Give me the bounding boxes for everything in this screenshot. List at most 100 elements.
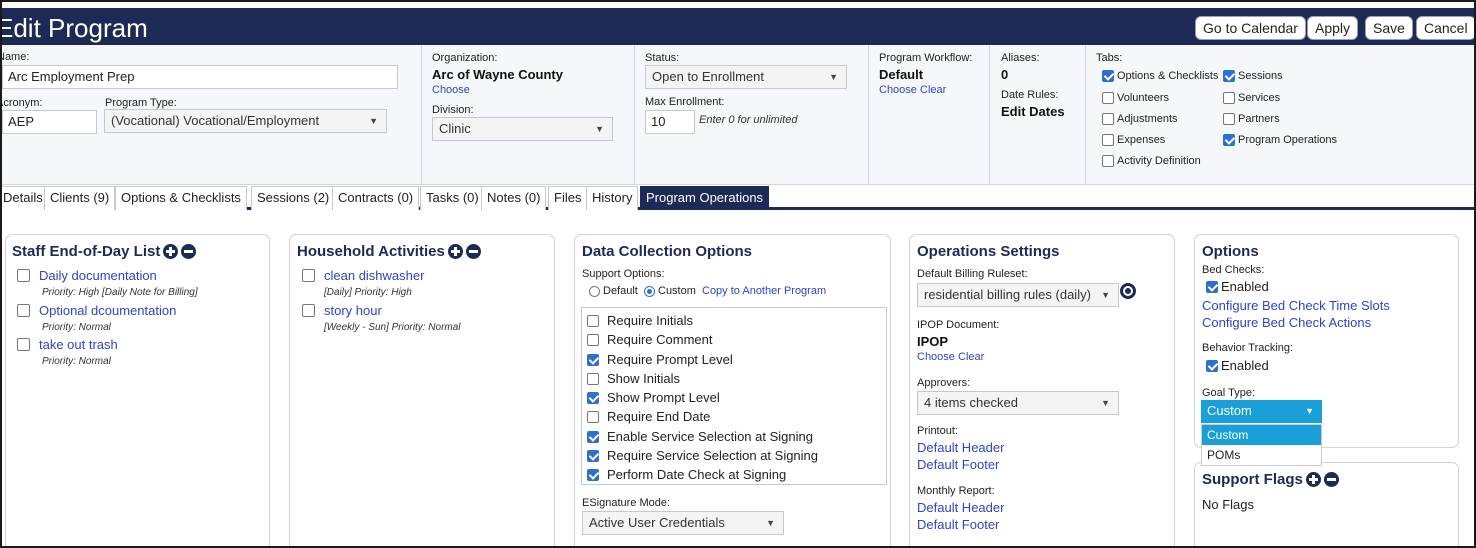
checkbox[interactable]	[587, 333, 599, 346]
checkbox[interactable]	[1223, 92, 1235, 104]
tab-sessions[interactable]: Sessions (2)	[251, 186, 336, 210]
item-link[interactable]: Optional dcoumentation	[39, 303, 176, 318]
tab-check-activity-definition[interactable]: Activity Definition	[1102, 155, 1201, 167]
checkbox-checked[interactable]	[587, 391, 599, 404]
checkbox[interactable]	[302, 269, 315, 282]
billing-ruleset-select[interactable]: residential billing rules (daily) ▼	[917, 283, 1119, 307]
item-link[interactable]: Daily documentation	[39, 268, 157, 283]
max-enrollment-input[interactable]: 10	[645, 110, 695, 134]
option-perform-date-check[interactable]: Perform Date Check at Signing	[587, 467, 786, 482]
radio-custom[interactable]: Custom	[644, 285, 696, 297]
name-input[interactable]: Arc Employment Prep	[2, 65, 398, 89]
checkbox[interactable]	[587, 410, 599, 423]
goal-type-select[interactable]: Custom ▼	[1201, 400, 1322, 423]
option-require-initials[interactable]: Require Initials	[587, 313, 693, 328]
monthly-header-link[interactable]: Default Header	[917, 500, 1004, 515]
bed-checks-enabled[interactable]: Enabled	[1206, 279, 1269, 294]
add-icon[interactable]	[447, 244, 463, 259]
checkbox-checked[interactable]	[587, 430, 599, 443]
tab-check-options-checklists[interactable]: Options & Checklists	[1102, 70, 1218, 82]
tab-check-program-operations[interactable]: Program Operations	[1223, 134, 1337, 146]
checkbox-checked[interactable]	[1223, 70, 1235, 82]
remove-icon[interactable]	[465, 244, 481, 259]
tab-check-services[interactable]: Services	[1223, 92, 1280, 104]
goal-option-poms[interactable]: POMs	[1202, 445, 1321, 465]
save-button[interactable]: Save	[1365, 16, 1413, 40]
tab-check-volunteers[interactable]: Volunteers	[1102, 92, 1169, 104]
tab-details[interactable]: Details	[2, 186, 49, 210]
acronym-input[interactable]: AEP	[2, 110, 97, 134]
item-link[interactable]: story hour	[324, 303, 382, 318]
division-select[interactable]: Clinic ▼	[432, 117, 613, 141]
gear-icon[interactable]	[1120, 283, 1136, 299]
bed-check-slots-link[interactable]: Configure Bed Check Time Slots	[1202, 298, 1390, 313]
add-icon[interactable]	[1305, 472, 1321, 487]
approvers-select[interactable]: 4 items checked ▼	[917, 391, 1119, 415]
tab-check-adjustments[interactable]: Adjustments	[1102, 113, 1178, 125]
checkbox[interactable]	[17, 269, 30, 282]
monthly-footer-link[interactable]: Default Footer	[917, 517, 999, 532]
list-item[interactable]: story hour	[302, 303, 382, 318]
date-rules-value[interactable]: Edit Dates	[1001, 104, 1065, 119]
radio-default[interactable]: Default	[589, 285, 638, 297]
printout-footer-link[interactable]: Default Footer	[917, 457, 999, 472]
program-type-select[interactable]: (Vocational) Vocational/Employment ▼	[104, 109, 387, 133]
checkbox-checked[interactable]	[1206, 359, 1218, 372]
checkbox[interactable]	[1223, 113, 1235, 125]
apply-button[interactable]: Apply	[1307, 16, 1359, 40]
checkbox-checked[interactable]	[1206, 280, 1218, 293]
remove-icon[interactable]	[1323, 472, 1339, 487]
option-show-initials[interactable]: Show Initials	[587, 371, 680, 386]
data-options-list[interactable]: Require Initials Require Comment Require…	[581, 307, 887, 485]
checkbox-checked[interactable]	[587, 353, 599, 366]
tab-tasks[interactable]: Tasks (0)	[420, 186, 485, 210]
radio-button[interactable]	[589, 285, 600, 297]
checkbox[interactable]	[17, 304, 30, 317]
checkbox[interactable]	[302, 304, 315, 317]
option-require-prompt-level[interactable]: Require Prompt Level	[587, 352, 733, 367]
list-item[interactable]: take out trash	[17, 337, 118, 352]
tab-options-checklists[interactable]: Options & Checklists	[115, 186, 247, 210]
checkbox[interactable]	[17, 338, 30, 351]
bed-check-actions-link[interactable]: Configure Bed Check Actions	[1202, 315, 1371, 330]
checkbox[interactable]	[1102, 113, 1114, 125]
tab-clients[interactable]: Clients (9)	[44, 186, 116, 210]
ipop-choose-link[interactable]: Choose	[917, 351, 955, 363]
copy-to-program-link[interactable]: Copy to Another Program	[702, 285, 826, 297]
checkbox-checked[interactable]	[1223, 134, 1235, 146]
behavior-tracking-enabled[interactable]: Enabled	[1206, 358, 1269, 373]
tab-files[interactable]: Files	[548, 186, 588, 210]
checkbox-checked[interactable]	[587, 468, 599, 481]
option-enable-service-selection[interactable]: Enable Service Selection at Signing	[587, 429, 813, 444]
workflow-clear-link[interactable]: Clear	[920, 84, 946, 96]
option-show-prompt-level[interactable]: Show Prompt Level	[587, 390, 720, 405]
item-link[interactable]: clean dishwasher	[324, 268, 424, 283]
status-select[interactable]: Open to Enrollment ▼	[645, 65, 847, 89]
tab-check-partners[interactable]: Partners	[1223, 113, 1280, 125]
printout-header-link[interactable]: Default Header	[917, 440, 1004, 455]
goal-option-custom[interactable]: Custom	[1202, 425, 1321, 445]
list-item[interactable]: clean dishwasher	[302, 268, 424, 283]
tab-program-operations[interactable]: Program Operations	[640, 186, 770, 210]
option-require-end-date[interactable]: Require End Date	[587, 409, 710, 424]
tab-check-sessions[interactable]: Sessions	[1223, 70, 1283, 82]
checkbox[interactable]	[1102, 134, 1114, 146]
workflow-choose-link[interactable]: Choose	[879, 84, 917, 96]
tab-contracts[interactable]: Contracts (0)	[332, 186, 420, 210]
tab-history[interactable]: History	[586, 186, 639, 210]
radio-button-selected[interactable]	[644, 285, 655, 297]
option-require-service-selection[interactable]: Require Service Selection at Signing	[587, 448, 818, 463]
tab-notes[interactable]: Notes (0)	[481, 186, 547, 210]
ipop-clear-link[interactable]: Clear	[958, 351, 984, 363]
remove-icon[interactable]	[181, 244, 197, 259]
organization-choose-link[interactable]: Choose	[432, 84, 470, 96]
list-item[interactable]: Optional dcoumentation	[17, 303, 176, 318]
checkbox[interactable]	[1102, 155, 1114, 167]
checkbox[interactable]	[587, 372, 599, 385]
option-require-comment[interactable]: Require Comment	[587, 332, 713, 347]
checkbox-checked[interactable]	[587, 449, 599, 462]
esignature-select[interactable]: Active User Credentials ▼	[582, 511, 784, 535]
checkbox-checked[interactable]	[1102, 70, 1114, 82]
list-item[interactable]: Daily documentation	[17, 268, 157, 283]
checkbox[interactable]	[587, 314, 599, 327]
